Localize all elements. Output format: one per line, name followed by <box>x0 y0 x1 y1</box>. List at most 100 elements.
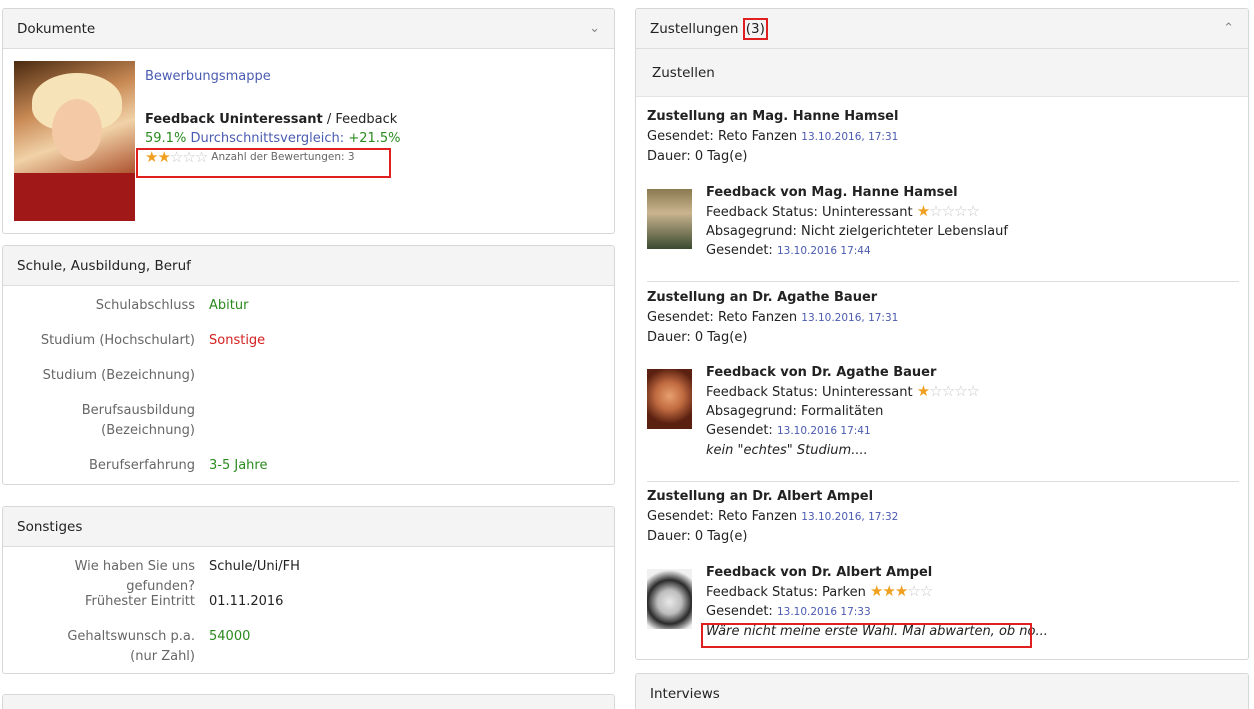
reviewer-photo <box>647 189 692 249</box>
sent-label: Gesendet: <box>706 423 773 438</box>
field-value: Schule/Uni/FH <box>209 559 300 574</box>
delivery-duration: Dauer: 0 Tag(e) <box>647 330 748 345</box>
deliver-toolbar: Zustellen <box>636 49 1248 97</box>
compare-label: Durchschnittsvergleich: <box>190 131 345 146</box>
delivery-title: Zustellung an Mag. Hanne Hamsel <box>647 109 899 124</box>
delivery-sender: Reto Fanzen <box>717 310 798 325</box>
field-label: Berufserfahrung <box>88 458 195 473</box>
rejection-reason: Absagegrund: Formalitäten <box>706 404 884 419</box>
delivery-item: Zustellung an Dr. Albert Ampel Gesendet:… <box>647 487 1239 639</box>
score-percent: 59.1% <box>145 131 187 146</box>
field-row: Schulabschluss Abitur <box>3 296 614 316</box>
misc-panel: Sonstiges Wie haben Sie uns gefunden? Sc… <box>2 506 615 674</box>
field-label: Berufsausbildung (Bezeichnung) <box>81 403 195 438</box>
feedback-from: Feedback von Dr. Agathe Bauer <box>706 365 937 380</box>
delivery-title: Zustellung an Dr. Agathe Bauer <box>647 290 878 305</box>
highlight-box <box>701 623 1032 648</box>
reviewer-photo <box>647 369 692 429</box>
field-row: Berufserfahrung 3-5 Jahre <box>3 456 614 476</box>
misc-panel-header: Sonstiges <box>3 507 614 547</box>
feedback-date: 13.10.2016 17:44 <box>776 245 871 257</box>
misc-panel-title: Sonstiges <box>17 518 83 535</box>
feedback-from: Feedback von Dr. Albert Ampel <box>706 565 933 580</box>
field-row: Studium (Hochschulart) Sonstige <box>3 331 614 351</box>
interviews-panel[interactable]: Interviews <box>635 673 1249 709</box>
field-value: 3-5 Jahre <box>209 458 268 473</box>
delivery-item: Zustellung an Dr. Agathe Bauer Gesendet:… <box>647 288 1239 458</box>
deliveries-panel-title: Zustellungen <box>650 20 739 37</box>
field-value <box>195 401 209 441</box>
feedback-suffix: / Feedback <box>322 112 398 127</box>
feedback-rating: ★★★☆☆ <box>870 582 933 600</box>
deliveries-count: (3) <box>742 17 768 40</box>
reviewer-photo <box>647 569 692 629</box>
star-icon: ★★★ <box>870 582 908 600</box>
field-value: Sonstige <box>209 333 266 348</box>
documents-panel: Dokumente ⌄ Bewerbungsmappe Feedback Uni… <box>2 8 615 234</box>
field-row: Frühester Eintritt 01.11.2016 <box>3 592 614 612</box>
delivery-sender: Reto Fanzen <box>717 129 798 144</box>
collapsed-panel[interactable]: ⌄ <box>2 694 615 709</box>
feedback-comment: kein "echtes" Studium.... <box>706 443 868 458</box>
deliver-button[interactable]: Zustellen <box>652 65 715 81</box>
application-folder-link[interactable]: Bewerbungsmappe <box>145 67 401 86</box>
collapsed-panel-header[interactable]: ⌄ <box>3 695 614 709</box>
star-icon: ☆☆ <box>907 582 933 600</box>
field-row: Berufsausbildung (Bezeichnung) <box>3 401 614 441</box>
star-icon: ☆☆☆☆ <box>929 202 980 220</box>
field-row: Studium (Bezeichnung) <box>3 366 614 386</box>
feedback-title: Feedback Uninteressant <box>145 112 323 127</box>
field-row: Gehaltswunsch p.a. (nur Zahl) 54000 <box>3 627 614 667</box>
field-row: Wie haben Sie uns gefunden? Schule/Uni/F… <box>3 557 614 597</box>
star-icon: ☆☆☆☆ <box>929 382 980 400</box>
field-label: Schulabschluss <box>95 298 195 313</box>
feedback-date: 13.10.2016 17:33 <box>776 606 871 618</box>
interviews-panel-title: Interviews <box>650 686 720 702</box>
star-icon: ★ <box>916 382 930 400</box>
feedback-status: Feedback Status: Parken <box>706 585 866 600</box>
delivery-date: 13.10.2016, 17:31 <box>801 312 899 324</box>
highlight-box <box>136 148 391 178</box>
delivery-sender: Reto Fanzen <box>717 509 798 524</box>
chevron-double-down-icon[interactable]: ⌄ <box>589 703 600 709</box>
compare-value: +21.5% <box>348 131 401 146</box>
field-label: Studium (Hochschulart) <box>40 333 195 348</box>
education-panel-title: Schule, Ausbildung, Beruf <box>17 257 191 274</box>
documents-panel-title: Dokumente <box>17 20 96 37</box>
feedback-date: 13.10.2016 17:41 <box>776 425 871 437</box>
divider <box>647 281 1239 282</box>
delivery-item: Zustellung an Mag. Hanne Hamsel Gesendet… <box>647 107 1239 258</box>
education-panel: Schule, Ausbildung, Beruf Schulabschluss… <box>2 245 615 485</box>
sent-label: Gesendet: <box>647 509 714 524</box>
sent-label: Gesendet: <box>706 604 773 619</box>
interviews-panel-header[interactable]: Interviews <box>636 674 1248 709</box>
chevron-double-up-icon[interactable]: ⌃ <box>1223 21 1234 36</box>
delivery-date: 13.10.2016, 17:31 <box>801 131 899 143</box>
star-icon: ★ <box>916 202 930 220</box>
field-label: Frühester Eintritt <box>84 594 195 609</box>
delivery-date: 13.10.2016, 17:32 <box>801 511 899 523</box>
field-value <box>195 366 209 386</box>
delivery-duration: Dauer: 0 Tag(e) <box>647 149 748 164</box>
feedback-status: Feedback Status: Uninteressant <box>706 205 913 220</box>
rejection-reason: Absagegrund: Nicht zielgerichteter Leben… <box>706 224 1008 239</box>
deliveries-panel-header[interactable]: Zustellungen (3) ⌃ <box>636 9 1248 49</box>
sent-label: Gesendet: <box>647 310 714 325</box>
field-value: 54000 <box>209 629 251 644</box>
feedback-status: Feedback Status: Uninteressant <box>706 385 913 400</box>
field-value: 01.11.2016 <box>209 594 284 609</box>
field-value: Abitur <box>209 298 249 313</box>
documents-panel-header[interactable]: Dokumente ⌄ <box>3 9 614 49</box>
deliveries-panel: Zustellungen (3) ⌃ Zustellen Zustellung … <box>635 8 1249 660</box>
delivery-duration: Dauer: 0 Tag(e) <box>647 529 748 544</box>
field-label: Studium (Bezeichnung) <box>42 368 195 383</box>
field-label: Wie haben Sie uns gefunden? <box>74 559 195 594</box>
chevron-double-down-icon[interactable]: ⌄ <box>589 21 600 36</box>
feedback-rating: ★☆☆☆☆ <box>916 382 980 400</box>
delivery-title: Zustellung an Dr. Albert Ampel <box>647 489 874 504</box>
education-panel-header: Schule, Ausbildung, Beruf <box>3 246 614 286</box>
applicant-photo <box>14 61 135 221</box>
feedback-rating: ★☆☆☆☆ <box>916 202 980 220</box>
divider <box>647 481 1239 482</box>
field-label: Gehaltswunsch p.a. (nur Zahl) <box>67 629 195 664</box>
